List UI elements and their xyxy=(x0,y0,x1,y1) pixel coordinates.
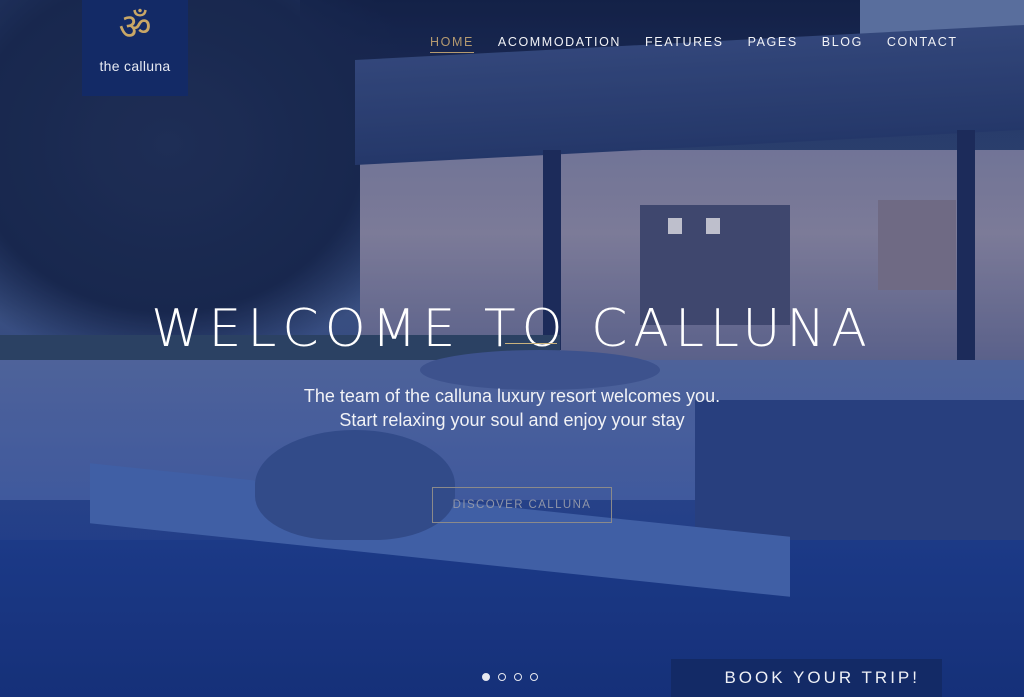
hero-title: WELCOME TO CALLUNA xyxy=(151,298,873,359)
nav-item-home[interactable]: HOME xyxy=(430,35,474,53)
title-divider xyxy=(505,343,557,344)
nav-item-pages[interactable]: PAGES xyxy=(748,35,798,53)
nav-item-accommodation[interactable]: ACOMMODATION xyxy=(498,35,621,53)
site-logo[interactable]: ॐ the calluna xyxy=(82,0,188,96)
slider-dot[interactable] xyxy=(530,673,538,681)
slider-dot[interactable] xyxy=(498,673,506,681)
site-name: the calluna xyxy=(99,58,171,74)
hero-subtitle-line: Start relaxing your soul and enjoy your … xyxy=(339,410,685,430)
nav-item-contact[interactable]: CONTACT xyxy=(887,35,958,53)
main-nav: HOME ACOMMODATION FEATURES PAGES BLOG CO… xyxy=(430,35,958,53)
hero-subtitle-line: The team of the calluna luxury resort we… xyxy=(303,386,721,406)
slider-dot[interactable] xyxy=(514,673,522,681)
om-symbol-icon: ॐ xyxy=(118,7,152,48)
book-trip-button[interactable]: BOOK YOUR TRIP! xyxy=(671,659,942,697)
nav-item-blog[interactable]: BLOG xyxy=(822,35,863,53)
hero-subtitle: The team of the calluna luxury resort we… xyxy=(0,384,1024,432)
slider-dot[interactable] xyxy=(482,673,490,681)
slider-pagination xyxy=(482,673,538,681)
nav-item-features[interactable]: FEATURES xyxy=(645,35,724,53)
discover-button[interactable]: DISCOVER CALLUNA xyxy=(432,487,612,523)
